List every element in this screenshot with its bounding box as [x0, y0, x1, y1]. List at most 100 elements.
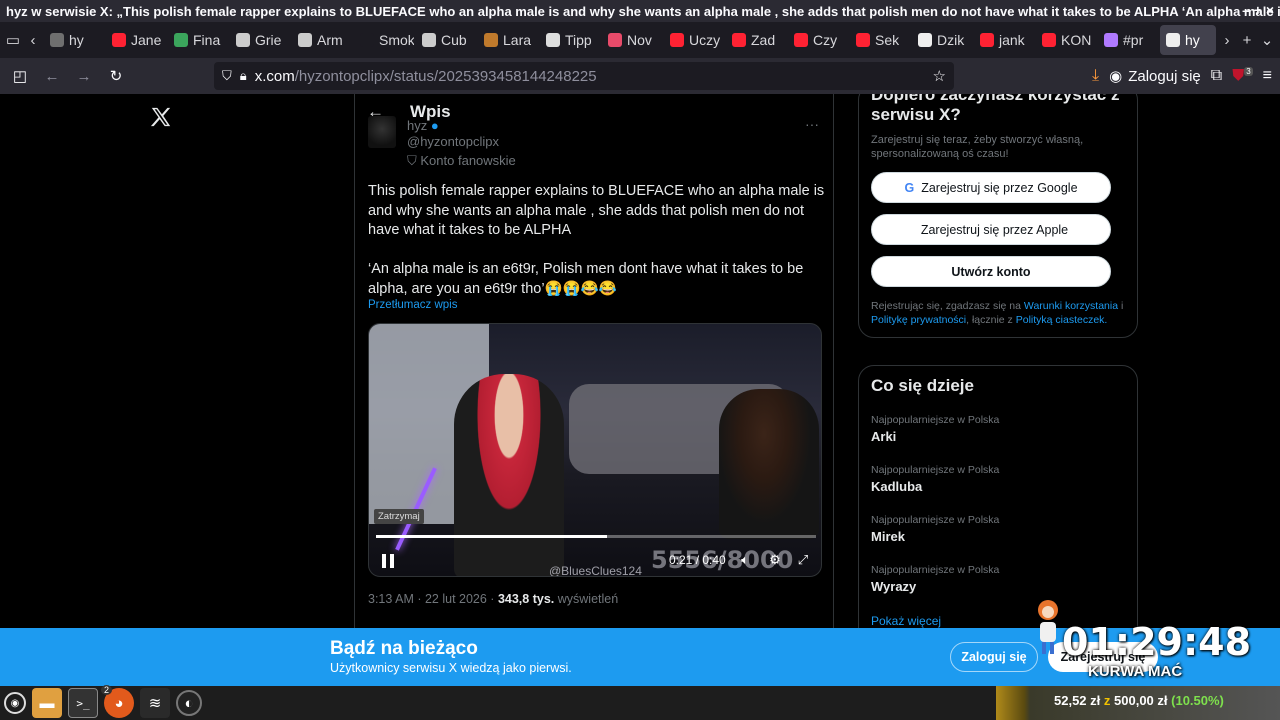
account-login-label: Zaloguj się [1128, 67, 1201, 85]
browser-tab[interactable]: hy [1160, 25, 1216, 55]
create-account-button[interactable]: Utwórz konto [871, 256, 1111, 287]
trends-card: Co się dzieje Najpopularniejsze w Polska… [858, 365, 1138, 628]
lock-icon[interactable]: 🔒︎ [240, 68, 247, 84]
system-menu-icon[interactable]: ◉ [4, 692, 26, 714]
trend-item[interactable]: Najpopularniejsze w Polska Mirek [871, 514, 1125, 544]
tab-favicon-icon [546, 33, 560, 47]
user-handle[interactable]: @hyzontopclipx [407, 134, 499, 149]
browser-tab[interactable]: KON [1036, 25, 1096, 55]
extensions-icon[interactable]: ⧉ [1211, 67, 1222, 85]
window-controls[interactable]: – + × [1242, 2, 1274, 18]
browser-tab[interactable]: Fina [168, 25, 228, 55]
stream-caption: KURWA MAĆ [1088, 663, 1183, 680]
tab-list-icon[interactable]: ▭ [4, 25, 22, 55]
browser-tab[interactable]: Arm [292, 25, 352, 55]
tab-overflow-icon[interactable]: ⌄ [1258, 25, 1276, 55]
browser-tab[interactable]: hy [44, 25, 104, 55]
fullscreen-icon[interactable]: ⤢ [795, 552, 811, 568]
tab-label: KON [1061, 32, 1092, 48]
trend-item[interactable]: Najpopularniejsze w Polska Kadluba [871, 464, 1125, 494]
post-views-count: 343,8 tys. [497, 592, 555, 606]
sidebar-toggle-icon[interactable]: ◰ [6, 62, 34, 90]
tabs-container: hy Jane Fina Grie Arm Smoke Cub Lara Tipp Nov Uczy… [44, 25, 1216, 55]
video-player[interactable]: 5556/8000 @BluesClues124 Zatrzymaj 0:21 … [368, 323, 822, 577]
google-signup-button[interactable]: G Zarejestruj się przez Google [871, 172, 1111, 203]
post-views-label: wyświetleń [557, 592, 619, 606]
terms-link[interactable]: Warunki korzystania [1024, 300, 1118, 312]
stream-timer: 01:29:48 [1062, 620, 1252, 664]
account-login-button[interactable]: ◉ Zaloguj się [1109, 67, 1201, 86]
tab-favicon-icon [732, 33, 746, 47]
tab-favicon-icon [1104, 33, 1118, 47]
more-options-icon[interactable]: ··· [805, 116, 819, 132]
browser-tab[interactable]: Uczy [664, 25, 724, 55]
download-icon[interactable]: ⤓ [1092, 67, 1099, 85]
browser-tab[interactable]: Czy [788, 25, 848, 55]
ublock-icon[interactable]: ⛊ 3 [1232, 66, 1253, 85]
trend-category: Najpopularniejsze w Polska [871, 564, 1000, 576]
avatar[interactable] [368, 116, 396, 148]
forward-icon[interactable]: → [70, 62, 98, 90]
obs-icon[interactable]: ◐ [176, 690, 202, 716]
display-name[interactable]: hyz ● [407, 118, 439, 133]
banner-login-button[interactable]: Zaloguj się [950, 642, 1038, 672]
banner-subtitle: Użytkownicy serwisu X wiedzą jako pierws… [330, 661, 572, 675]
signup-title: Dopiero zaczynasz korzystać z serwisu X? [871, 94, 1120, 124]
browser-tab[interactable]: Jane [106, 25, 166, 55]
tab-label: Grie [255, 32, 282, 48]
trend-item[interactable]: Najpopularniejsze w Polska Arki [871, 414, 1125, 444]
tab-favicon-icon [794, 33, 808, 47]
trend-category: Najpopularniejsze w Polska [871, 514, 1000, 526]
browser-tab[interactable]: Dzik [912, 25, 972, 55]
tab-label: Tipp [565, 32, 592, 48]
address-bar[interactable]: ⛉ 🔒︎ x.com/hyzontopclipx/status/20253934… [214, 62, 954, 90]
back-icon[interactable]: ← [38, 62, 66, 90]
privacy-link[interactable]: Politykę prywatności [871, 314, 966, 326]
browser-tab[interactable]: Grie [230, 25, 290, 55]
tab-label: Sek [875, 32, 900, 48]
reload-icon[interactable]: ↻ [102, 62, 130, 90]
window-title: hyz w serwisie X: „This polish female ra… [6, 4, 1280, 19]
menu-icon[interactable]: ≡ [1263, 67, 1272, 85]
tab-scroll-left-icon[interactable]: ‹ [24, 25, 42, 55]
bookmark-star-icon[interactable]: ☆ [933, 67, 946, 85]
firefox-icon[interactable]: ◕ 2 [101, 685, 134, 718]
tab-label: Nov [627, 32, 652, 48]
tab-favicon-icon [1042, 33, 1056, 47]
video-progress-bar[interactable] [376, 535, 816, 538]
pause-button[interactable] [379, 552, 397, 570]
translate-link[interactable]: Przetłumacz wpis [368, 299, 457, 311]
cookies-link[interactable]: Polityką ciasteczek. [1016, 314, 1108, 326]
tab-label: Arm [317, 32, 343, 48]
tab-scroll-right-icon[interactable]: › [1218, 25, 1236, 55]
video-source-tag: @BluesClues124 [549, 564, 642, 577]
volume-icon[interactable]: 🔈︎ [737, 552, 753, 568]
browser-tab[interactable]: Lara [478, 25, 538, 55]
file-manager-icon[interactable]: ▬ [32, 688, 62, 718]
tracking-shield-icon[interactable]: ⛉ [222, 68, 232, 84]
new-tab-icon[interactable]: + [1238, 25, 1256, 55]
terminal-icon[interactable]: >_ [68, 688, 98, 718]
tab-label: Fina [193, 32, 221, 48]
settings-gear-icon[interactable]: ⚙ [767, 552, 783, 568]
tab-favicon-icon [236, 33, 250, 47]
tab-label: jank [999, 32, 1025, 48]
browser-tab[interactable]: Cub [416, 25, 476, 55]
trend-item[interactable]: Najpopularniejsze w Polska Wyrazy [871, 564, 1125, 594]
browser-tab[interactable]: Nov [602, 25, 662, 55]
browser-tab[interactable]: Zad [726, 25, 786, 55]
video-time: 0:21 / 0:40 [669, 553, 726, 567]
x-logo-icon[interactable] [150, 106, 172, 128]
tab-label: Czy [813, 32, 838, 48]
browser-tab[interactable]: Smoke [354, 25, 414, 55]
apple-signup-button[interactable]: Zarejestruj się przez Apple [871, 214, 1111, 245]
video-progress-fill [376, 535, 607, 538]
browser-tab[interactable]: jank [974, 25, 1034, 55]
browser-tab[interactable]: Sek [850, 25, 910, 55]
post-timestamp[interactable]: 3:13 AM · 22 lut 2026 · [368, 592, 494, 606]
fan-account-label: ⛉ Konto fanowskie [407, 153, 516, 168]
tab-label: Lara [503, 32, 532, 48]
browser-tab[interactable]: #pr [1098, 25, 1158, 55]
browser-tab[interactable]: Tipp [540, 25, 600, 55]
steam-icon[interactable]: ≋ [140, 688, 170, 718]
